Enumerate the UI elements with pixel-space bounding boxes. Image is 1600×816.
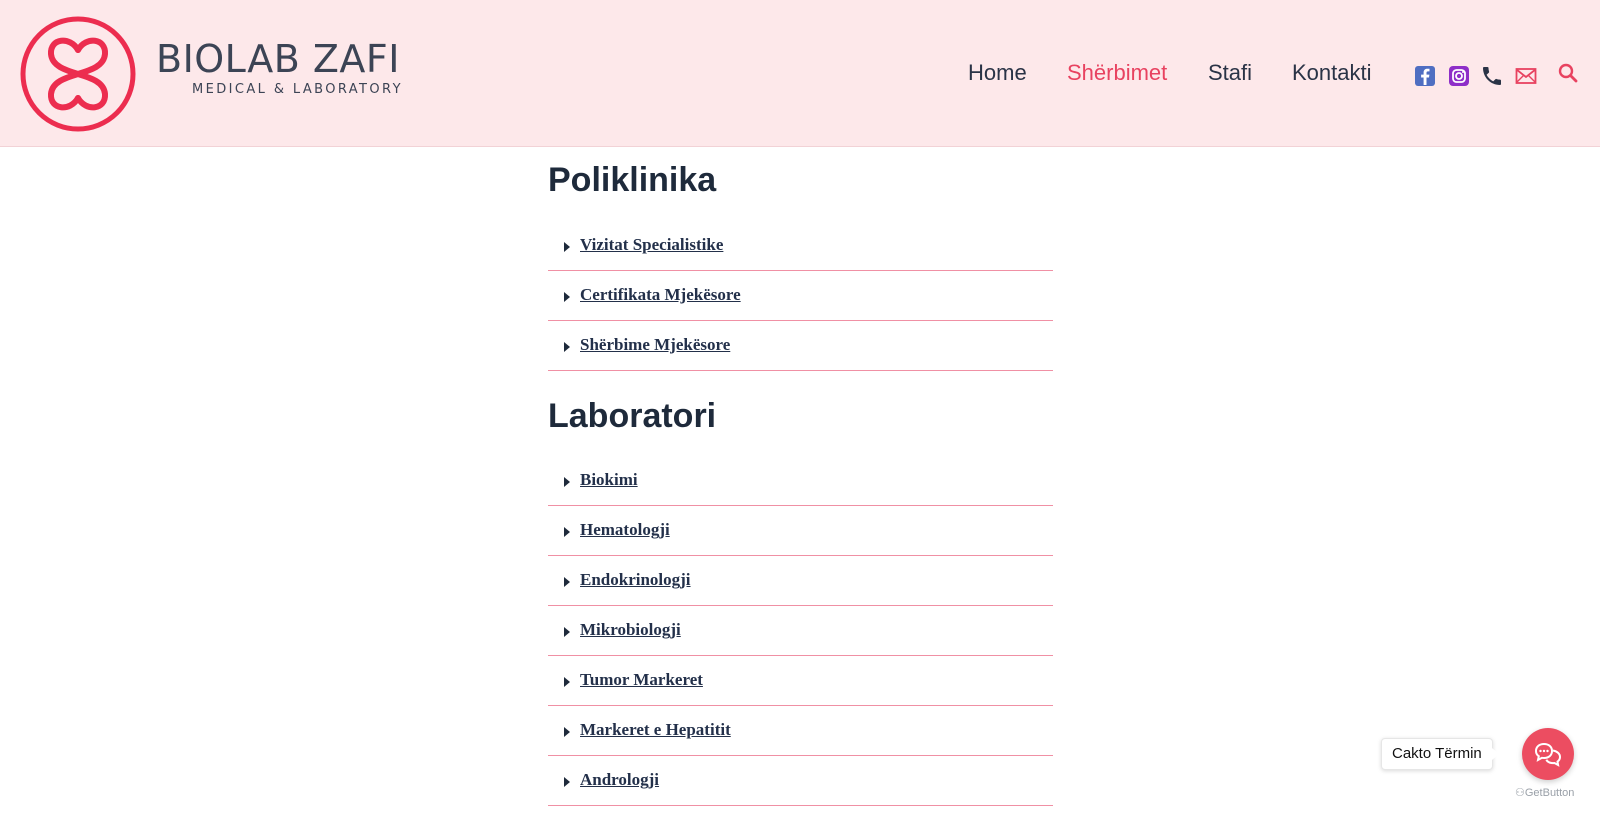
accordion-item[interactable]: Certifikata Mjekësore (548, 272, 1053, 321)
caret-right-icon (564, 342, 570, 352)
accordion-item[interactable]: Tumor Markeret (548, 657, 1053, 706)
accordion-item-label[interactable]: Hematologji (580, 520, 670, 540)
accordion-item[interactable]: Shërbime Mjekësore (548, 322, 1053, 371)
caret-right-icon (564, 527, 570, 537)
accordion-item-label[interactable]: Biokimi (580, 470, 638, 490)
accordion-item-label[interactable]: Endokrinologji (580, 570, 691, 590)
search-icon[interactable] (1556, 61, 1580, 85)
accordion-item[interactable]: Hematologji (548, 507, 1053, 556)
caret-right-icon (564, 777, 570, 787)
brand-tagline: MEDICAL & LABORATORY (192, 82, 403, 97)
accordion-item[interactable]: Vizitat Specialistike (548, 222, 1053, 271)
getbutton-label: GetButton (1524, 787, 1575, 799)
section-title-poliklinika: Poliklinika (548, 161, 717, 199)
caret-right-icon (564, 577, 570, 587)
accordion-item-label[interactable]: Markeret e Hepatitit (580, 720, 731, 740)
logo-icon[interactable] (20, 16, 136, 132)
chat-tooltip[interactable]: Cakto Tërmin (1381, 738, 1499, 770)
accordion-item-label[interactable]: Vizitat Specialistike (580, 235, 723, 255)
nav-sherbimet[interactable]: Shërbimet (1067, 58, 1167, 88)
accordion-item[interactable]: Biokimi (548, 457, 1053, 506)
accordion-item-label[interactable]: Certifikata Mjekësore (580, 285, 741, 305)
caret-right-icon (564, 627, 570, 637)
chat-button[interactable] (1522, 728, 1574, 780)
caret-right-icon (564, 242, 570, 252)
mail-icon[interactable] (1514, 64, 1538, 88)
caret-right-icon (564, 677, 570, 687)
caret-right-icon (564, 727, 570, 737)
nav-stafi[interactable]: Stafi (1208, 58, 1252, 88)
accordion-item[interactable]: Mikrobiologji (548, 607, 1053, 656)
nav-kontakti[interactable]: Kontakti (1292, 58, 1372, 88)
accordion-item[interactable]: Endokrinologji (548, 557, 1053, 606)
accordion-item-label[interactable]: Andrologji (580, 770, 659, 790)
accordion-item[interactable]: Andrologji (548, 757, 1053, 806)
accordion-item-label[interactable]: Mikrobiologji (580, 620, 681, 640)
section-title-laboratori: Laboratori (548, 397, 717, 435)
caret-right-icon (564, 292, 570, 302)
nav-home[interactable]: Home (968, 58, 1027, 88)
accordion-item[interactable]: Markeret e Hepatitit (548, 707, 1053, 756)
facebook-icon[interactable] (1413, 64, 1437, 88)
accordion-item-label[interactable]: Shërbime Mjekësore (580, 335, 730, 355)
phone-icon[interactable] (1480, 64, 1504, 88)
getbutton-logo-icon: ⚇ (1515, 787, 1525, 799)
instagram-icon[interactable] (1447, 64, 1471, 88)
getbutton-credit[interactable]: ⚇GetButton (1515, 786, 1574, 799)
caret-right-icon (564, 477, 570, 487)
chat-icon (1534, 742, 1562, 767)
brand-name[interactable]: BIOLAB ZAFI (156, 40, 400, 78)
site-header: BIOLAB ZAFI MEDICAL & LABORATORY Home Sh… (0, 0, 1600, 147)
accordion-item-label[interactable]: Tumor Markeret (580, 670, 703, 690)
